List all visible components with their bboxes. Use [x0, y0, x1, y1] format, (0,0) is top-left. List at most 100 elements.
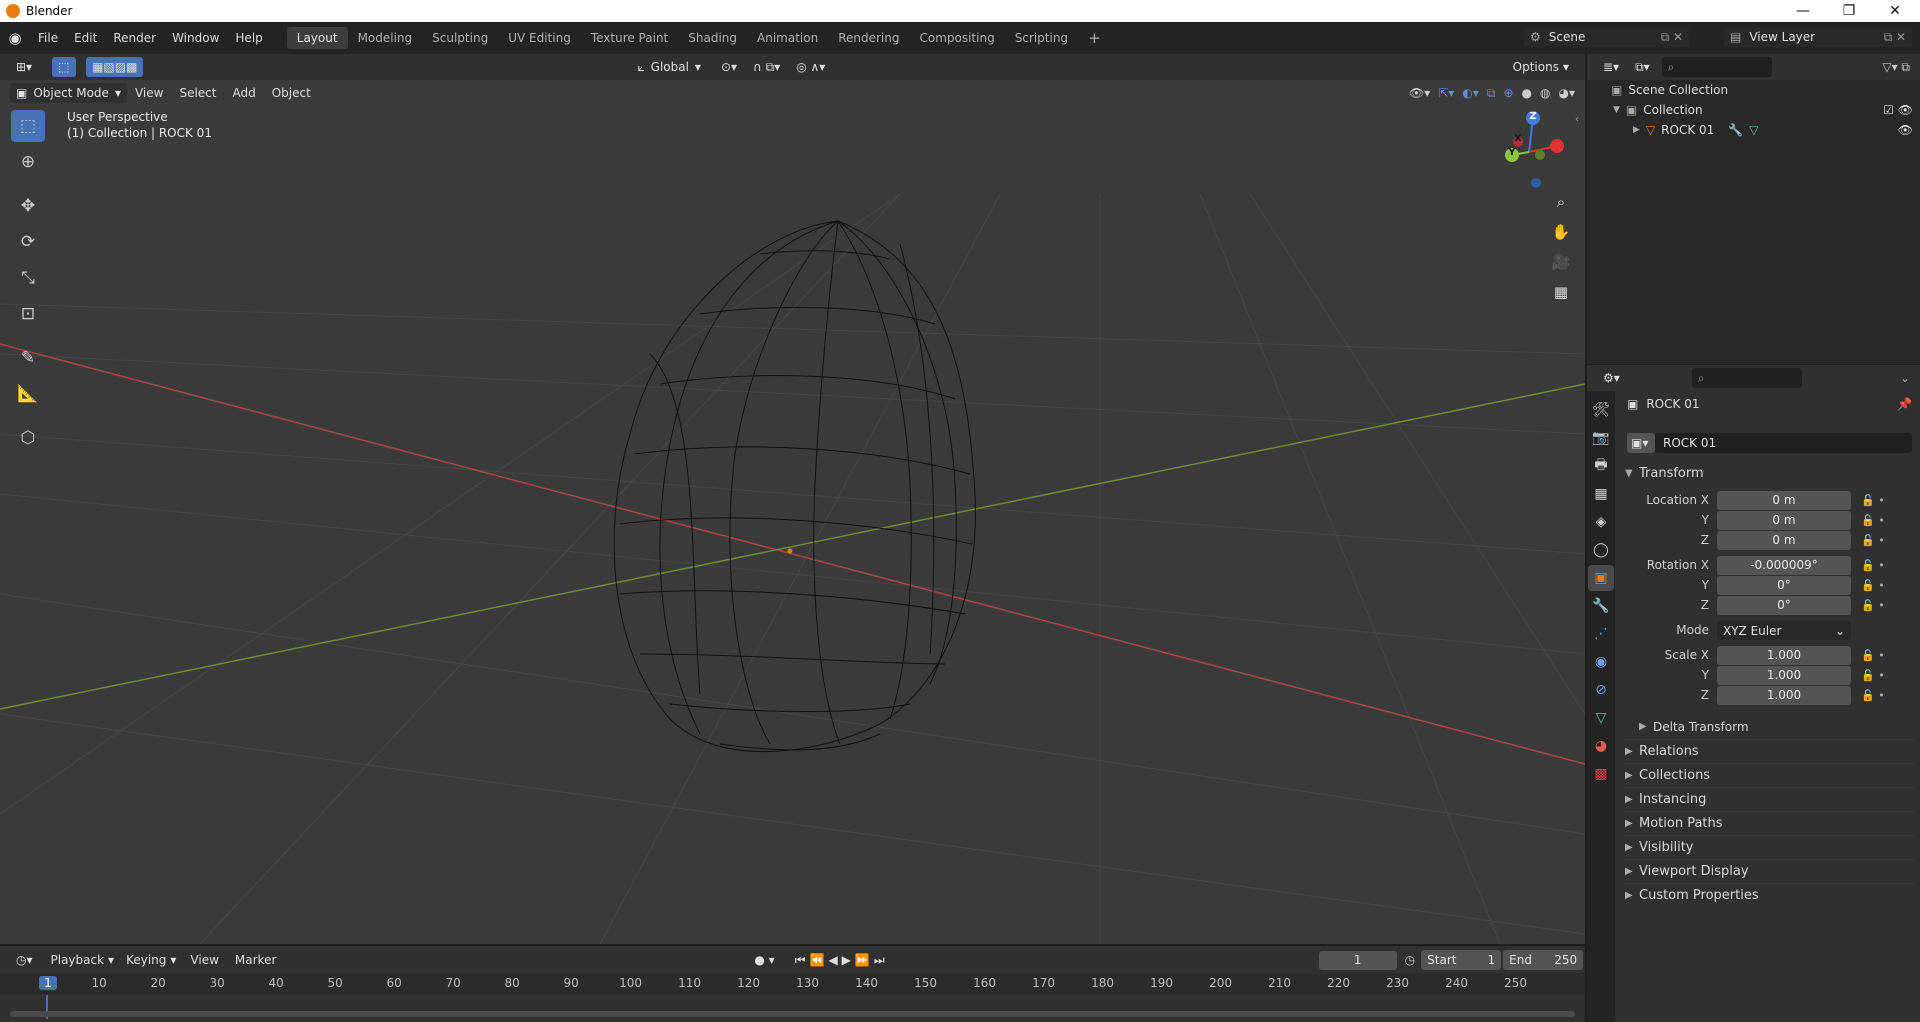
blender-menu-icon[interactable]: ◉	[0, 29, 30, 47]
world-properties-icon[interactable]: ◯	[1588, 537, 1614, 563]
tab-compositing[interactable]: Compositing	[909, 27, 1004, 49]
current-frame-field[interactable]: 1	[1318, 950, 1397, 970]
start-frame-field[interactable]: Start 1	[1421, 950, 1502, 970]
gizmo-toggle-icon[interactable]: ⇱▾	[1438, 86, 1454, 101]
pivot-point-icon[interactable]: ⊙▾	[714, 57, 744, 77]
particles-properties-icon[interactable]: ⋰	[1588, 621, 1614, 647]
rotation-x-field[interactable]: -0.000009°	[1717, 556, 1851, 575]
chevron-down-icon[interactable]: ⌄	[1900, 371, 1910, 385]
rendered-shading-icon[interactable]: ◕▾	[1559, 86, 1576, 101]
transform-orientation[interactable]: ⟀ Global ▾	[631, 57, 707, 77]
scale-tool-icon[interactable]: ⤡	[11, 262, 45, 294]
viewport-menu-object[interactable]: Object	[264, 82, 319, 104]
location-x-field[interactable]: 0 m	[1717, 491, 1851, 510]
timeline-editor-type-icon[interactable]: ◷▾	[10, 950, 39, 970]
texture-properties-icon[interactable]: ▩	[1588, 761, 1614, 787]
menu-render[interactable]: Render	[105, 27, 164, 49]
panel-collections[interactable]: ▶ Collections	[1625, 763, 1915, 787]
rotate-tool-icon[interactable]: ⟳	[11, 226, 45, 258]
rotation-y-field[interactable]: 0°	[1717, 576, 1851, 595]
3d-viewport[interactable]: Z Y X ⊞▾ ⬚ ▦▧▨▩ ⟀ Global ▾ ⊙▾ ∩ ⧉▾ ◎ ∧▾ Op…	[0, 54, 1585, 944]
tab-sculpting[interactable]: Sculpting	[422, 27, 498, 49]
material-shading-icon[interactable]: ◍	[1540, 86, 1550, 101]
object-mode-dropdown[interactable]: ▣ Object Mode ▾	[10, 83, 127, 103]
maximize-button[interactable]: ❐	[1826, 0, 1872, 22]
transform-tool-icon[interactable]: ⊡	[11, 298, 45, 330]
tab-texture-paint[interactable]: Texture Paint	[581, 27, 678, 49]
scale-z-field[interactable]: 1.000	[1717, 686, 1851, 705]
tab-scripting[interactable]: Scripting	[1005, 27, 1078, 49]
view-layer-properties-icon[interactable]: ▦	[1588, 481, 1614, 507]
scene-selector[interactable]: ⚙ Scene ⧉ ✕	[1524, 27, 1689, 47]
new-scene-icon[interactable]: ⧉ ✕	[1661, 30, 1683, 45]
timeline-menu-marker[interactable]: Marker	[227, 949, 284, 971]
chevron-down-icon[interactable]: ▼	[1613, 105, 1620, 115]
timeline-ruler[interactable]: 1 10 20 30 40 50 60 70 80 90 100 110 120 130 140 150 160…	[0, 974, 1585, 994]
new-view-layer-icon[interactable]: ⧉ ✕	[1884, 30, 1906, 45]
panel-instancing[interactable]: ▶ Instancing	[1625, 787, 1915, 811]
outliner-collection-row[interactable]: ▼ ▣ Collection ☑ 👁	[1613, 103, 1913, 117]
mesh-data-properties-icon[interactable]: ▽	[1588, 705, 1614, 731]
modifier-icon[interactable]: 🔧	[1728, 123, 1743, 137]
lock-icons[interactable]: 🔓 • 🔓 • 🔓 • 🔓 • 🔓 • 🔓 • 🔓 • 🔓 • 🔓 •	[1861, 491, 1911, 706]
ortho-grid-icon[interactable]: ▦	[1547, 278, 1575, 306]
tab-rendering[interactable]: Rendering	[828, 27, 909, 49]
filter-icon[interactable]: ▽▾ ⧉	[1882, 60, 1910, 75]
menu-help[interactable]: Help	[227, 27, 270, 49]
material-properties-icon[interactable]: ◕	[1588, 733, 1614, 759]
selection-mode-icons[interactable]: ▦▧▨▩	[86, 57, 144, 77]
viewport-menu-add[interactable]: Add	[224, 82, 263, 104]
tab-modeling[interactable]: Modeling	[348, 27, 423, 49]
select-tool-icon[interactable]: ⬚	[11, 110, 45, 142]
pan-hand-icon[interactable]: ✋	[1547, 218, 1575, 246]
menu-file[interactable]: File	[30, 27, 66, 49]
playback-controls[interactable]: ⏮⏪◀▶⏩⏭	[795, 953, 889, 968]
editor-type-icon[interactable]: ⊞▾	[10, 57, 39, 77]
tool-properties-icon[interactable]: 🛠	[1588, 397, 1614, 423]
rotation-z-field[interactable]: 0°	[1717, 596, 1851, 615]
annotate-tool-icon[interactable]: ✎	[11, 342, 45, 374]
tab-uv-editing[interactable]: UV Editing	[498, 27, 581, 49]
camera-view-icon[interactable]: 🎥	[1547, 248, 1575, 276]
chevron-right-icon[interactable]: ▶	[1633, 125, 1640, 135]
panel-motion-paths[interactable]: ▶ Motion Paths	[1625, 811, 1915, 835]
options-dropdown[interactable]: Options ▾	[1506, 57, 1575, 77]
tab-animation[interactable]: Animation	[747, 27, 828, 49]
pin-icon[interactable]: 📌	[1897, 397, 1912, 411]
minimize-button[interactable]: —	[1780, 0, 1826, 22]
select-box-tool-icon[interactable]: ⬚	[52, 57, 77, 77]
panel-custom-properties[interactable]: ▶ Custom Properties	[1625, 883, 1915, 907]
auto-keying-icon[interactable]: ● ▾	[754, 953, 774, 967]
visibility-icon[interactable]: 👁▾	[1409, 86, 1430, 101]
measure-tool-icon[interactable]: 📐	[11, 378, 45, 410]
wireframe-shading-icon[interactable]: ⊕	[1503, 86, 1513, 101]
collection-visibility-icons[interactable]: ☑ 👁	[1883, 103, 1913, 117]
viewport-menu-view[interactable]: View	[127, 82, 171, 104]
viewport-menu-select[interactable]: Select	[171, 82, 224, 104]
overlay-toggle-icon[interactable]: ◐▾	[1462, 86, 1479, 101]
display-mode-icon[interactable]: ⧉▾	[1629, 57, 1656, 77]
end-frame-field[interactable]: End 250	[1503, 950, 1584, 970]
modifier-properties-icon[interactable]: 🔧	[1588, 593, 1614, 619]
tab-shading[interactable]: Shading	[678, 27, 747, 49]
timeline-menu-view[interactable]: View	[182, 949, 226, 971]
scene-properties-icon[interactable]: ◈	[1588, 509, 1614, 535]
close-window-button[interactable]: ✕	[1872, 0, 1918, 22]
timeline-scrollbar[interactable]	[10, 1011, 1575, 1017]
xray-toggle-icon[interactable]: ⧉	[1487, 86, 1496, 101]
panel-relations[interactable]: ▶ Relations	[1625, 739, 1915, 763]
timeline-menu-keying[interactable]: Keying ▾	[120, 950, 183, 970]
object-data-dropdown[interactable]: ▣▾	[1627, 433, 1655, 453]
outliner-scene-collection[interactable]: ▣ Scene Collection	[1611, 83, 1728, 97]
add-cube-tool-icon[interactable]: ⬡	[11, 422, 45, 454]
preview-range-icon[interactable]: ◷	[1405, 953, 1415, 967]
timeline-menu-playback[interactable]: Playback ▾	[44, 950, 121, 970]
gizmo-z-label[interactable]: Z	[1524, 111, 1542, 122]
properties-search-input[interactable]: ⌕	[1691, 368, 1802, 388]
menu-window[interactable]: Window	[164, 27, 227, 49]
physics-properties-icon[interactable]: ◉	[1588, 649, 1614, 675]
add-workspace-button[interactable]: +	[1078, 27, 1111, 49]
outliner-search-input[interactable]: ⌕	[1661, 57, 1772, 77]
scale-x-field[interactable]: 1.000	[1717, 646, 1851, 665]
outliner-editor-type-icon[interactable]: ≣▾	[1597, 57, 1626, 77]
